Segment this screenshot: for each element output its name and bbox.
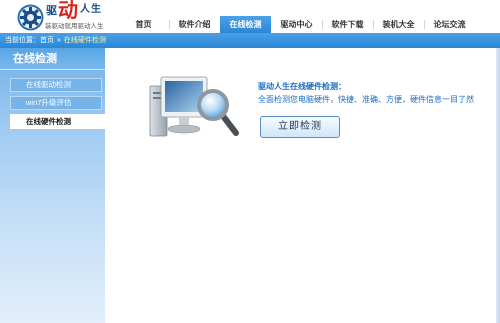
right-border [496,48,500,323]
nav-tab-install-guide[interactable]: 装机大全 [373,16,424,33]
gear-logo-icon[interactable] [17,4,44,31]
breadcrumb: 当前位置：首页» 在线硬件检测 [0,33,500,48]
main-content: 驱动人生在线硬件检测： 全面检测您电脑硬件，快捷、准确、方便，硬件信息一目了然 … [105,48,496,323]
breadcrumb-prefix: 当前位置： [5,37,40,44]
logo-text-char: 生 [91,4,101,15]
computer-magnifier-icon [149,76,239,137]
logo-text-char: 驱 [46,5,57,17]
detect-description: 全面检测您电脑硬件，快捷、准确、方便，硬件信息一目了然 [258,95,474,104]
nav-tab-software-intro[interactable]: 软件介绍 [169,16,220,33]
site-header: 驱 动 人 生 装驱动就用驱动人生 首页 软件介绍 在线检测 驱动中心 软件下载… [0,0,500,33]
sidebar-item-hardware-detect[interactable]: 在线硬件检测 [10,114,105,129]
nav-tab-driver-center[interactable]: 驱动中心 [271,16,322,33]
nav-tab-online-detect[interactable]: 在线检测 [220,16,271,33]
sidebar-item-win7-upgrade-assessment[interactable]: win7升级评估 [10,96,102,110]
logo-text-char: 人 [80,4,90,15]
sidebar-item-driver-detect[interactable]: 在线驱动检测 [10,78,102,92]
sidebar-header: 在线检测 [0,48,105,70]
main-nav: 首页 软件介绍 在线检测 驱动中心 软件下载 装机大全 论坛交流 [118,16,475,33]
breadcrumb-separator: » [57,37,61,44]
breadcrumb-home-link[interactable]: 首页 [40,37,54,44]
magnifier [197,89,239,136]
sidebar: 在线检测 在线驱动检测 win7升级评估 在线硬件检测 [0,48,105,323]
nav-tab-home[interactable]: 首页 [118,16,169,33]
nav-tab-forum[interactable]: 论坛交流 [424,16,475,33]
logo-text-char: 动 [58,0,78,22]
nav-tab-software-download[interactable]: 软件下载 [322,16,373,33]
breadcrumb-current: 在线硬件检测 [63,37,106,44]
logo-slogan: 装驱动就用驱动人生 [45,23,104,30]
start-detect-button[interactable]: 立即检测 [260,116,340,138]
detect-heading: 驱动人生在线硬件检测： [258,82,346,91]
sidebar-title: 在线检测 [13,53,57,65]
